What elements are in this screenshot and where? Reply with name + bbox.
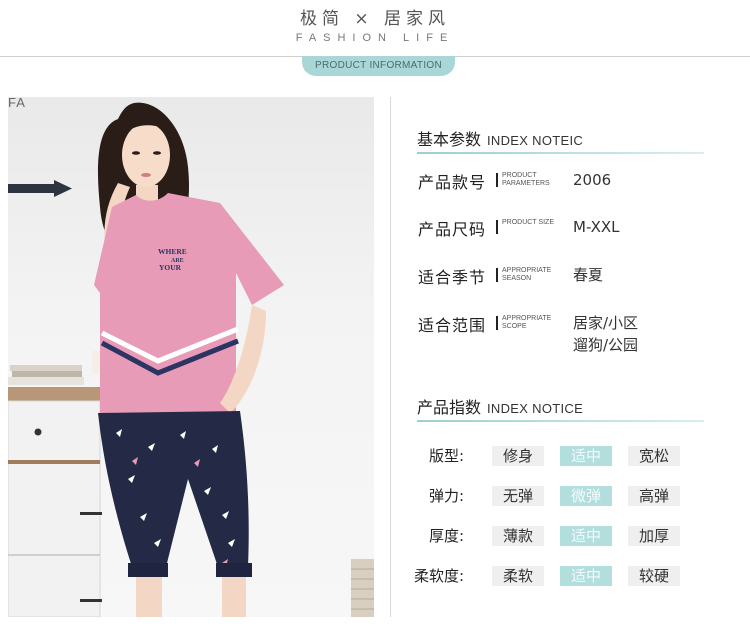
index-option: 较硬 <box>628 566 680 586</box>
index-option: 无弹 <box>492 486 544 506</box>
basic-params-title-zh: 基本参数 <box>417 130 482 149</box>
index-option: 加厚 <box>628 526 680 546</box>
basic-params-title-en: INDEX NOTEIC <box>487 133 584 148</box>
index-title: 产品指数 INDEX NOTICE <box>417 394 583 418</box>
index-option-selected: 适中 <box>560 446 612 466</box>
index-row-thickness: 厚度: 薄款 适中 加厚 <box>404 525 704 547</box>
index-option: 高弹 <box>628 486 680 506</box>
param-row-style: 产品款号 PRODUCT PARAMETERS 2006 <box>418 169 718 199</box>
index-title-en: INDEX NOTICE <box>487 401 584 416</box>
product-photo: FA WHERE ARE YOUR <box>8 97 374 617</box>
shirt-text-1: WHERE <box>158 247 187 256</box>
index-option: 柔软 <box>492 566 544 586</box>
param-row-size: 产品尺码 PRODUCT SIZE M-XXL <box>418 216 718 246</box>
basic-params-title: 基本参数 INDEX NOTEIC <box>417 126 583 150</box>
param-label: 适合季节 <box>418 268 487 287</box>
param-value: 居家/小区 遛狗/公园 <box>573 314 639 354</box>
index-option: 薄款 <box>492 526 544 546</box>
param-value: 春夏 <box>573 266 604 284</box>
param-separator <box>496 220 498 234</box>
param-row-scope: 适合范围 APPROPRIATE SCOPE 居家/小区 遛狗/公园 <box>418 312 718 360</box>
param-label: 适合范围 <box>418 316 487 335</box>
param-label-en: APPROPRIATE SCOPE <box>502 315 552 330</box>
index-label: 厚度: <box>428 527 464 545</box>
product-information-tab: PRODUCT INFORMATION <box>302 56 455 76</box>
index-row-elasticity: 弹力: 无弹 微弹 高弹 <box>404 485 704 507</box>
vertical-divider <box>390 97 391 617</box>
index-label: 版型: <box>428 447 464 465</box>
param-value: 2006 <box>573 171 612 189</box>
param-label-en: PRODUCT PARAMETERS <box>502 172 550 187</box>
index-option-selected: 微弹 <box>560 486 612 506</box>
index-option: 宽松 <box>628 446 680 466</box>
param-separator <box>496 173 498 187</box>
brand-title: 极简 × 居家风 <box>299 9 451 29</box>
index-underline <box>417 420 704 422</box>
basic-params-underline <box>417 152 704 154</box>
param-label-en: APPROPRIATE SEASON <box>502 267 552 282</box>
param-label-en: PRODUCT SIZE <box>502 219 554 226</box>
index-label: 弹力: <box>428 487 464 505</box>
param-label: 产品款号 <box>418 173 487 192</box>
shirt-text-3: YOUR <box>159 263 182 272</box>
index-label: 柔软度: <box>413 567 464 585</box>
index-option: 修身 <box>492 446 544 466</box>
index-row-softness: 柔软度: 柔软 适中 较硬 <box>404 565 704 587</box>
model-illustration: WHERE ARE YOUR <box>8 102 374 617</box>
index-option-selected: 适中 <box>560 526 612 546</box>
param-separator <box>496 316 498 330</box>
index-title-zh: 产品指数 <box>417 398 482 417</box>
param-separator <box>496 268 498 282</box>
brand-subtitle: FASHION LIFE <box>295 32 455 44</box>
param-row-season: 适合季节 APPROPRIATE SEASON 春夏 <box>418 264 718 294</box>
param-label: 产品尺码 <box>418 220 487 239</box>
index-option-selected: 适中 <box>560 566 612 586</box>
index-row-fit: 版型: 修身 适中 宽松 <box>404 445 704 467</box>
param-value: M-XXL <box>573 218 620 236</box>
